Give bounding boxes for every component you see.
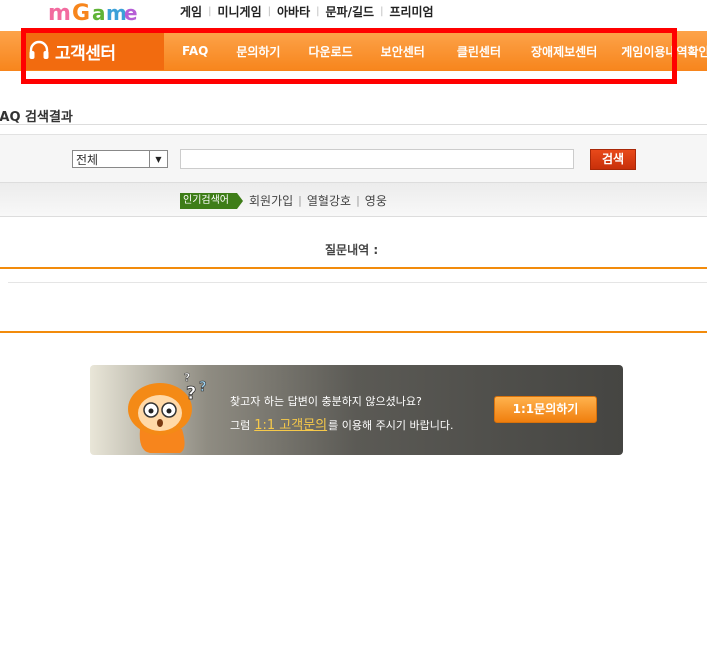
- svg-text:a: a: [92, 1, 106, 24]
- search-button[interactable]: 검색: [590, 149, 636, 170]
- banner-suffix: 를 이용해 주시기 바랍니다.: [328, 419, 454, 432]
- category-select[interactable]: 전체 ▼: [72, 150, 168, 168]
- top-bar: m G a m e 게임 | 미니게임 | 아바타 | 문파/길드 | 프리미엄: [0, 0, 707, 30]
- inquiry-banner: ? ? ? 찾고자 하는 답변이 충분하지 않으셨나요? 그럼 1:1 고객문의…: [90, 365, 623, 455]
- top-nav-game[interactable]: 게임: [180, 3, 202, 20]
- page-title: FAQ 검색결과: [0, 110, 73, 125]
- banner-prefix: 그럼: [230, 419, 251, 432]
- top-nav: 게임 | 미니게임 | 아바타 | 문파/길드 | 프리미엄: [180, 3, 434, 20]
- divider: [0, 124, 707, 125]
- svg-text:?: ?: [184, 371, 190, 384]
- svg-text:?: ?: [186, 383, 196, 404]
- divider: [8, 282, 707, 283]
- divider: [0, 331, 707, 333]
- mascot-illustration: ? ? ?: [128, 371, 207, 453]
- popular-keywords: 회원가입 | 열혈강호 | 영웅: [249, 192, 387, 209]
- highlight-box: [21, 28, 677, 84]
- nav-separator: |: [316, 6, 320, 17]
- top-nav-avatar[interactable]: 아바타: [277, 3, 310, 20]
- top-nav-guild[interactable]: 문파/길드: [326, 3, 375, 20]
- popular-keywords-badge: 인기검색어: [180, 193, 243, 209]
- keyword-link[interactable]: 열혈강호: [307, 192, 351, 209]
- search-area: 전체 ▼ 검색: [0, 134, 707, 182]
- nav-separator: |: [208, 6, 212, 17]
- banner-highlight-link[interactable]: 1:1 고객문의: [254, 414, 327, 433]
- svg-text:e: e: [124, 1, 138, 24]
- keyword-separator: |: [298, 194, 302, 207]
- divider: [0, 267, 707, 269]
- question-history-label: 질문내역 :: [325, 241, 378, 258]
- keyword-link[interactable]: 영웅: [365, 192, 387, 209]
- popular-keywords-area: 인기검색어 회원가입 | 열혈강호 | 영웅: [0, 182, 707, 217]
- banner-message: 찾고자 하는 답변이 충분하지 않으셨나요?: [230, 395, 422, 408]
- category-select-value: 전체: [76, 152, 99, 167]
- banner-message-2: 그럼 1:1 고객문의 를 이용해 주시기 바랍니다.: [230, 414, 453, 433]
- svg-text:G: G: [72, 1, 90, 24]
- top-nav-minigame[interactable]: 미니게임: [217, 3, 261, 20]
- top-nav-premium[interactable]: 프리미엄: [389, 3, 433, 20]
- nav-separator: |: [380, 6, 384, 17]
- svg-text:?: ?: [199, 380, 207, 395]
- question-history-text: 질문내역 :: [325, 243, 379, 257]
- chevron-down-icon[interactable]: ▼: [149, 151, 167, 167]
- keyword-link[interactable]: 회원가입: [249, 192, 293, 209]
- svg-text:m: m: [48, 1, 71, 24]
- mgame-logo[interactable]: m G a m e: [46, 0, 138, 24]
- nav-separator: |: [267, 6, 272, 17]
- search-input[interactable]: [180, 149, 574, 169]
- keyword-separator: |: [356, 194, 360, 207]
- one-on-one-inquiry-button[interactable]: 1:1문의하기: [494, 396, 597, 423]
